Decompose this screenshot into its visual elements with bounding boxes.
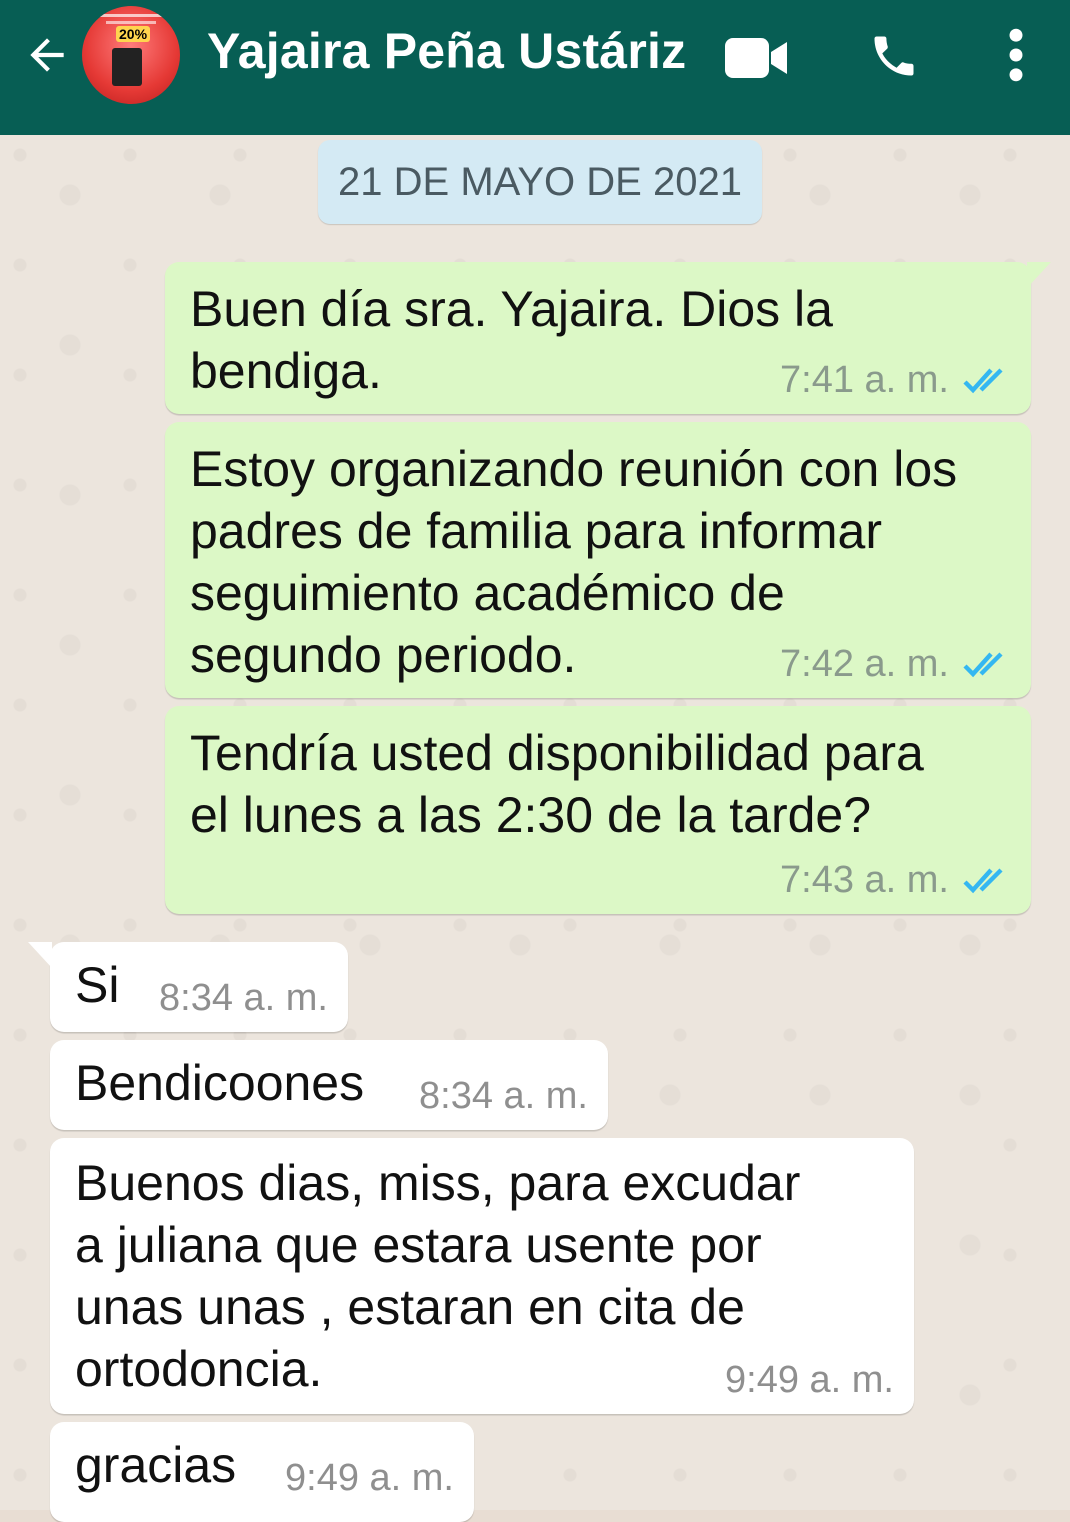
message-time: 8:34 a. m. xyxy=(159,977,328,1019)
outgoing-message[interactable]: Tendría usted disponibilidad para el lun… xyxy=(165,706,1031,914)
message-text: Tendría usted disponibilidad para el lun… xyxy=(190,725,924,843)
message-meta: 9:49 a. m. xyxy=(725,1359,894,1402)
message-meta: 7:41 a. m. xyxy=(780,359,1011,402)
message-time: 7:42 a. m. xyxy=(780,643,949,685)
video-call-icon[interactable] xyxy=(725,38,787,78)
avatar-badge: 20% xyxy=(116,26,151,42)
contact-name[interactable]: Yajaira Peña Ustáriz xyxy=(207,22,686,80)
contact-avatar[interactable]: 20% xyxy=(82,6,180,104)
incoming-message[interactable]: gracias 9:49 a. m. xyxy=(50,1422,474,1522)
message-text: Bendicoones xyxy=(75,1055,365,1111)
message-meta: 8:34 a. m. xyxy=(159,977,328,1020)
message-time: 8:34 a. m. xyxy=(419,1075,588,1117)
outgoing-message[interactable]: Estoy organizando reunión con los padres… xyxy=(165,422,1031,698)
message-meta: 7:43 a. m. xyxy=(780,859,1011,902)
message-time: 7:41 a. m. xyxy=(780,359,949,401)
date-separator: 21 DE MAYO DE 2021 xyxy=(318,140,762,224)
bubble-tail xyxy=(28,942,52,968)
message-time: 9:49 a. m. xyxy=(285,1457,454,1499)
incoming-message[interactable]: Si 8:34 a. m. xyxy=(28,942,348,1032)
phone-icon[interactable] xyxy=(868,30,920,82)
avatar-decoration xyxy=(100,14,162,17)
message-text: Buenos dias, miss, para excudar a julian… xyxy=(75,1155,801,1397)
incoming-message[interactable]: Buenos dias, miss, para excudar a julian… xyxy=(50,1138,914,1414)
outgoing-message[interactable]: Buen día sra. Yajaira. Dios la bendiga. … xyxy=(165,262,1051,414)
message-text: Si xyxy=(75,957,120,1013)
double-check-icon xyxy=(963,867,1003,893)
back-arrow-icon[interactable] xyxy=(22,30,72,80)
message-meta: 8:34 a. m. xyxy=(419,1075,588,1118)
more-options-icon[interactable] xyxy=(1003,28,1029,82)
avatar-device-image xyxy=(112,48,142,86)
avatar-decoration xyxy=(106,21,156,24)
double-check-icon xyxy=(963,367,1003,393)
message-meta: 7:42 a. m. xyxy=(780,643,1011,686)
incoming-message[interactable]: Bendicoones 8:34 a. m. xyxy=(50,1040,608,1130)
double-check-icon xyxy=(963,651,1003,677)
message-meta: 9:49 a. m. xyxy=(285,1457,454,1500)
message-time: 9:49 a. m. xyxy=(725,1359,894,1401)
message-text: gracias xyxy=(75,1437,237,1493)
message-text: Buen día sra. Yajaira. Dios la bendiga. xyxy=(190,281,833,399)
message-time: 7:43 a. m. xyxy=(780,859,949,901)
chat-header: 20% Yajaira Peña Ustáriz xyxy=(0,0,1070,135)
bubble-tail xyxy=(1027,262,1051,288)
